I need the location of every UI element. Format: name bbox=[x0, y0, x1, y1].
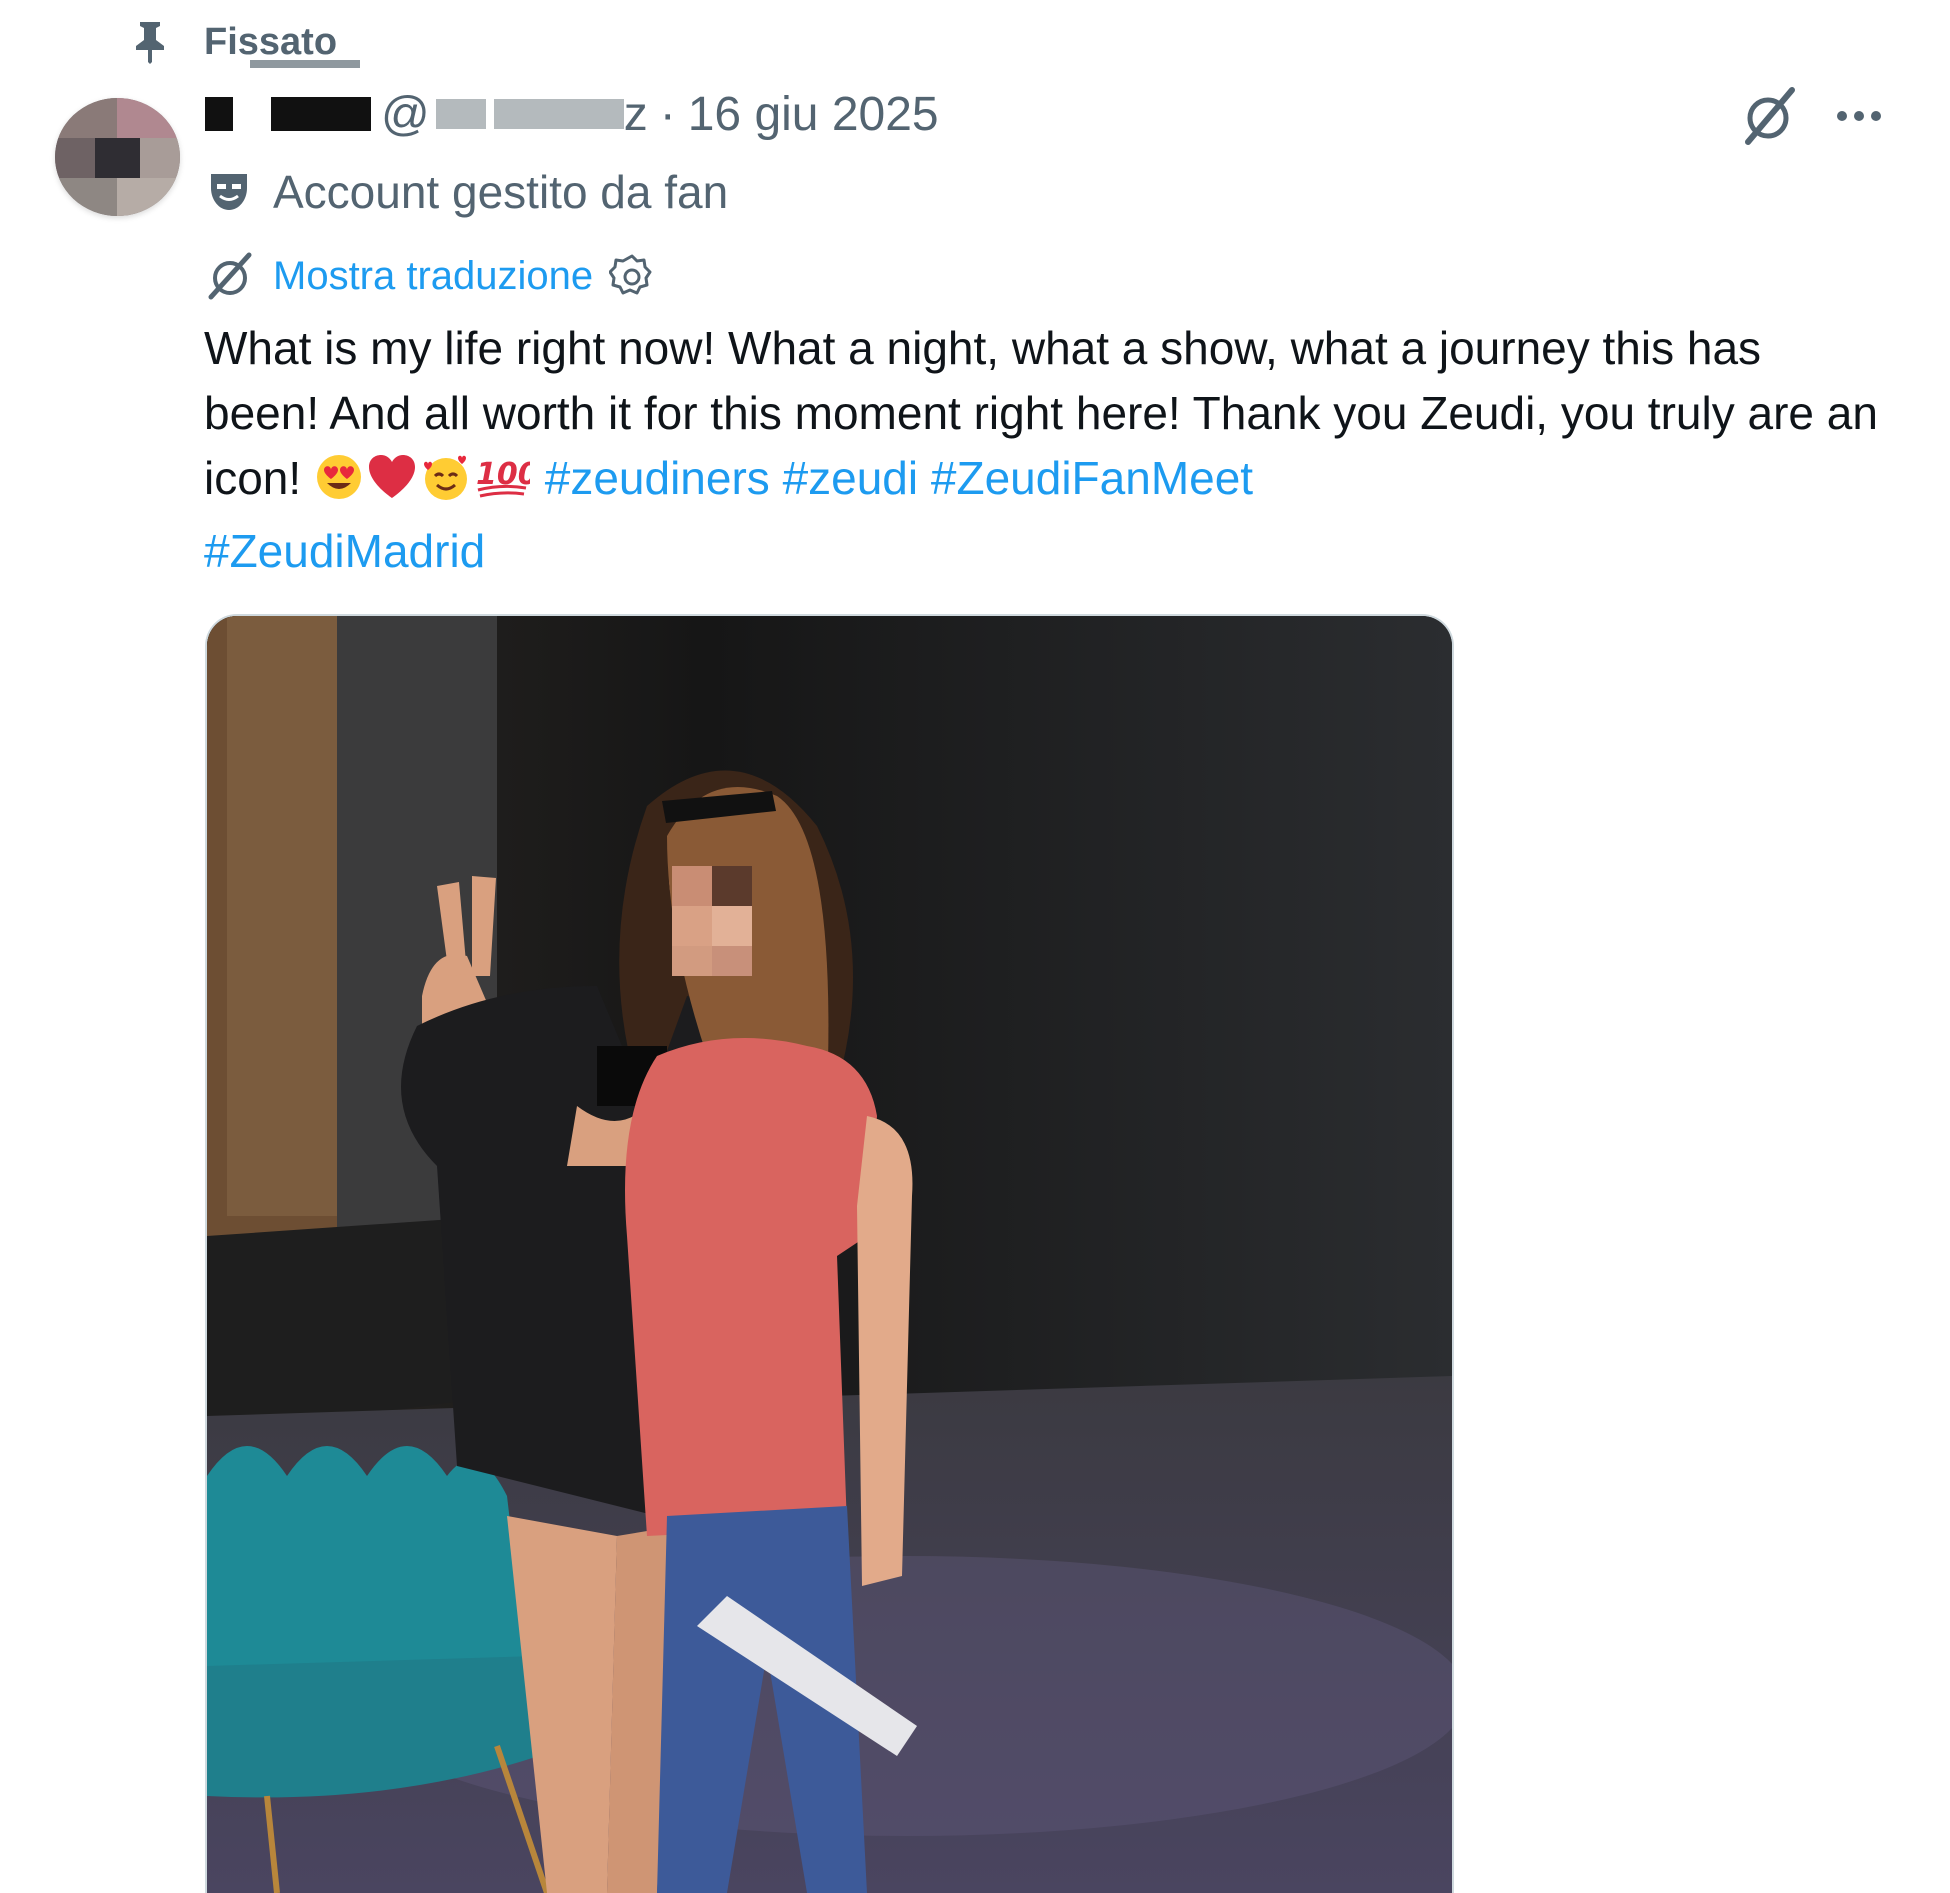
smiling-face-with-hearts-emoji bbox=[420, 452, 472, 519]
grok-icon[interactable] bbox=[1738, 84, 1802, 148]
photo-illustration bbox=[207, 616, 1452, 1893]
handle-redacted[interactable] bbox=[493, 99, 624, 129]
hashtag-link[interactable]: #zeudiners bbox=[545, 452, 770, 504]
avatar[interactable] bbox=[55, 98, 180, 216]
tweet-header: @ z · 16 giu 2025 bbox=[205, 84, 939, 144]
fan-account-label: Account gestito da fan bbox=[205, 162, 728, 222]
gear-icon[interactable] bbox=[608, 253, 655, 299]
hundred-points-emoji: 100 bbox=[474, 452, 539, 519]
tweet-text: What is my life right now! What a night,… bbox=[204, 316, 1884, 584]
hashtag-link[interactable]: #ZeudiFanMeet bbox=[931, 452, 1253, 504]
handle-prefix[interactable]: @ bbox=[381, 87, 430, 142]
handle-suffix[interactable]: z bbox=[624, 87, 648, 142]
display-name-redacted[interactable] bbox=[271, 97, 371, 131]
translate-row[interactable]: Mostra traduzione bbox=[205, 248, 655, 304]
tweet-date[interactable]: 16 giu 2025 bbox=[688, 87, 939, 142]
fan-account-text: Account gestito da fan bbox=[273, 166, 729, 218]
pinned-label: Fissato bbox=[204, 20, 338, 63]
more-icon[interactable] bbox=[1830, 96, 1888, 136]
redaction-bar bbox=[250, 60, 360, 68]
red-heart-emoji bbox=[366, 452, 418, 519]
hashtag-link[interactable]: #zeudi bbox=[783, 452, 919, 504]
show-translation-link[interactable]: Mostra traduzione bbox=[273, 254, 593, 299]
heart-eyes-emoji bbox=[314, 452, 364, 519]
hashtag-link[interactable]: #ZeudiMadrid bbox=[204, 525, 485, 577]
photo-image[interactable] bbox=[205, 614, 1454, 1893]
translate-icon[interactable] bbox=[205, 251, 255, 301]
fan-mask-icon bbox=[205, 168, 253, 216]
pin-icon bbox=[130, 20, 170, 64]
handle-redacted[interactable] bbox=[435, 99, 486, 129]
display-name-redacted[interactable] bbox=[205, 97, 233, 131]
separator: · bbox=[659, 87, 676, 141]
